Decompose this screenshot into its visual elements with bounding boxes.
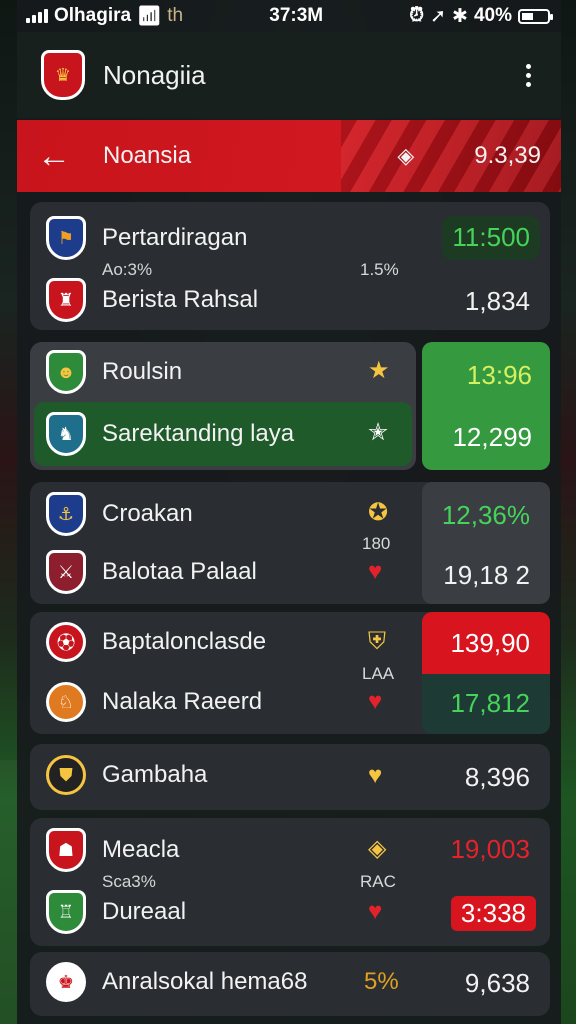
team-name: Pertardiragan	[102, 224, 248, 251]
match-card-5[interactable]: ⛊ Gambaha ♥ 8,396	[30, 744, 550, 810]
match-stat: RAC	[360, 872, 396, 891]
percent-badge: 5%	[364, 968, 399, 995]
star-icon[interactable]: ★	[368, 356, 390, 385]
star-icon[interactable]: ✭	[368, 418, 388, 447]
team-name: Sarektanding laya	[102, 420, 295, 447]
match-stat: LAA	[362, 664, 395, 683]
match-card-7[interactable]: ♚ Anralsokal hema68 5% 9,638	[30, 952, 550, 1016]
team-crest-icon: ⚓	[46, 492, 86, 536]
heart-icon[interactable]: ♥	[368, 688, 382, 716]
team-crest-icon: ♚	[46, 962, 86, 1002]
more-menu-button[interactable]	[520, 58, 537, 93]
team-crest-icon: ⚑	[46, 216, 86, 260]
match-card-6[interactable]: ☗ Meacla ◈ Sca3% RAC ♖ Dureaal ♥ 19,003 …	[30, 818, 550, 946]
team-name: Gambaha	[102, 761, 208, 788]
page-title: Nonagiia	[103, 59, 206, 90]
status-bar: Olhagira 📶︎ th 37:3M ⏰︎ ➚ ✱ 40%	[0, 0, 576, 32]
filter-icon[interactable]: ◈	[397, 143, 414, 169]
team-crest-icon: ⛊	[46, 755, 86, 795]
team-crest-icon: ♞	[46, 412, 86, 456]
star-icon[interactable]: ✪	[368, 498, 388, 527]
team-crest-icon: ♜	[46, 278, 86, 322]
team-name: Anralsokal hema68	[102, 968, 308, 995]
team-crest-icon: ☻	[46, 350, 86, 394]
team-name: Roulsin	[102, 358, 183, 385]
shield-icon[interactable]: ⛨	[368, 628, 386, 656]
team-name: Croakan	[102, 500, 193, 527]
alarm-icon: ⏰︎	[409, 5, 425, 26]
team-stat: Ao:3%	[102, 260, 153, 279]
team-crest-icon: ☗	[46, 828, 86, 872]
section-value: 9.3,39	[474, 142, 541, 169]
badge-icon[interactable]: ◈	[368, 834, 386, 863]
carrier-label: Olhagira	[54, 5, 132, 26]
odds-value: 12,299	[452, 422, 532, 452]
match-card-1[interactable]: ⚑ Pertardiragan Ao:3% 1.5% ♜ Berista Rah…	[30, 202, 550, 330]
match-card-3[interactable]: ⚓ Croakan ✪ 180 ⚔ Balotaa Palaal ♥ 12,36…	[30, 482, 550, 604]
odds-value[interactable]: 19,18 2	[443, 560, 530, 591]
wifi-icon: 📶︎	[137, 6, 162, 27]
back-arrow-icon[interactable]: ←	[37, 137, 87, 176]
team-crest-icon: ⚔	[46, 550, 86, 594]
clock: 37:3M	[269, 5, 324, 26]
team-stat: Sca3%	[102, 872, 156, 891]
team-crest-icon: ♖	[46, 890, 86, 934]
odds-value: 13:96	[466, 360, 532, 390]
odds-value[interactable]: 17,812	[450, 688, 530, 719]
section-title: Noansia	[103, 142, 192, 169]
odds-value[interactable]: 1,834	[465, 286, 530, 317]
odds-value[interactable]: 3:338	[450, 896, 536, 931]
section-bar: ← Noansia ◈ 9.3,39	[17, 120, 561, 192]
battery-icon	[518, 8, 553, 24]
team-name: Dureaal	[102, 898, 187, 925]
match-card-4[interactable]: ⚽︎ Baptalonclasde ⛨ LAA ♘ Nalaka Raeerd …	[30, 612, 550, 734]
club-crest-icon: ♛	[41, 50, 85, 100]
team-name: Baptalonclasde	[102, 628, 267, 655]
odds-value[interactable]: 19,003	[450, 834, 530, 865]
bluetooth-icon: ✱	[452, 5, 468, 27]
battery-label: 40%	[473, 5, 512, 26]
match-card-2[interactable]: ☻ Roulsin ★ ♞ Sarektanding laya ✭	[30, 342, 416, 470]
team-name: Berista Rahsal	[102, 286, 259, 313]
team-name: Meacla	[102, 836, 180, 863]
match-stat: 180	[362, 534, 391, 553]
heart-icon[interactable]: ♥	[368, 762, 382, 790]
app-header: ♛ Nonagiia	[17, 32, 561, 118]
odds-value[interactable]: 8,396	[465, 762, 530, 793]
team-name: Nalaka Raeerd	[102, 688, 263, 715]
team-name: Balotaa Palaal	[102, 558, 257, 585]
match-stat: 1.5%	[360, 260, 399, 279]
team-crest-icon: ♘	[46, 682, 86, 722]
team-crest-icon: ⚽︎	[46, 622, 86, 662]
odds-value[interactable]: 139,90	[450, 628, 530, 659]
odds-panel[interactable]: 13:96 12,299	[422, 342, 550, 470]
odds-value[interactable]: 9,638	[465, 968, 530, 999]
odds-value[interactable]: 12,36%	[442, 500, 530, 531]
odds-value[interactable]: 11:500	[452, 222, 530, 253]
heart-icon[interactable]: ♥	[368, 558, 382, 586]
location-icon: ➚	[430, 5, 447, 27]
heart-icon[interactable]: ♥	[368, 898, 382, 926]
signal-icon	[26, 9, 48, 23]
network-label: th	[167, 5, 184, 26]
